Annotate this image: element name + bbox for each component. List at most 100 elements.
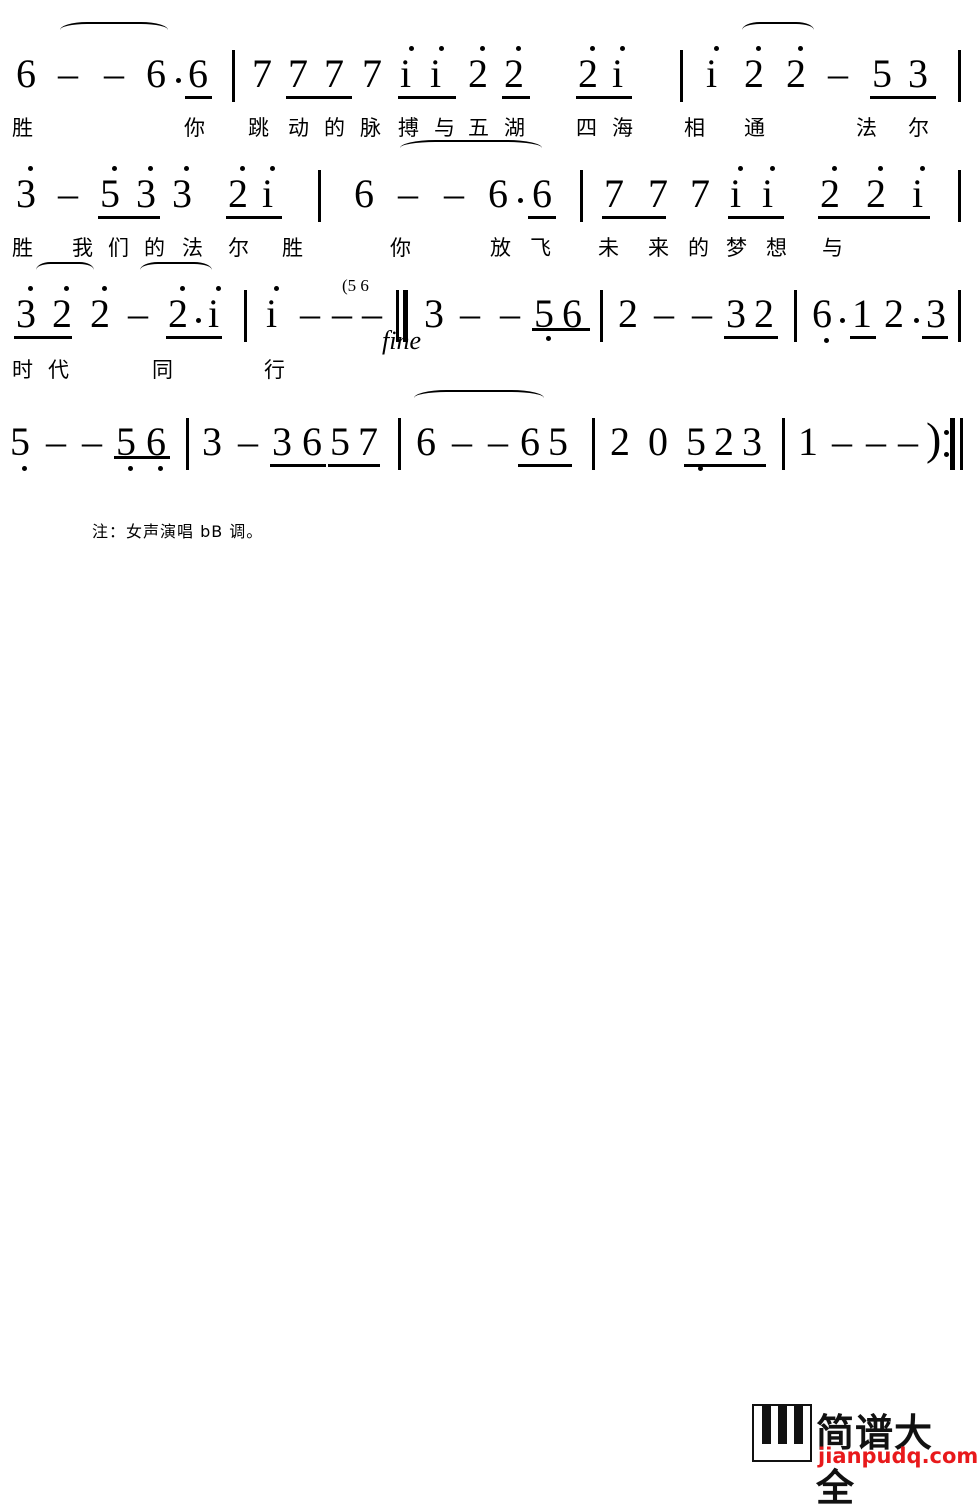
note: i	[266, 291, 278, 336]
octave-dot	[148, 166, 153, 171]
note: 2	[866, 171, 886, 216]
dash: –	[654, 291, 674, 336]
slur-icon	[742, 22, 814, 38]
lyric: 时	[12, 358, 33, 382]
beam	[286, 96, 352, 99]
octave-dot	[714, 46, 719, 51]
note: 2	[228, 171, 248, 216]
octave-dot	[64, 286, 69, 291]
lyric: 法	[182, 236, 203, 260]
note: 6	[416, 419, 436, 464]
lyric: 脉	[360, 116, 381, 140]
augmentation-dot	[196, 318, 201, 323]
lyric: 通	[744, 116, 765, 140]
lyric: 飞	[530, 236, 551, 260]
beam	[98, 216, 160, 219]
octave-dot	[216, 286, 221, 291]
lyric: 代	[48, 358, 69, 382]
note: 6	[146, 51, 166, 96]
note: 3	[926, 291, 946, 336]
octave-dot	[274, 286, 279, 291]
dash: –	[452, 419, 472, 464]
note: 7	[358, 419, 378, 464]
lyric: 搏	[398, 116, 419, 140]
lyric: 的	[324, 116, 345, 140]
dash: –	[828, 51, 848, 96]
note: 3	[424, 291, 444, 336]
note: 7	[690, 171, 710, 216]
octave-dot	[756, 46, 761, 51]
beam	[922, 336, 948, 339]
note: 7	[324, 51, 344, 96]
lyric: 跳	[248, 116, 269, 140]
lyric: 我	[72, 236, 93, 260]
beam	[166, 336, 222, 339]
barline	[592, 418, 595, 470]
octave-dot	[878, 166, 883, 171]
note: 7	[362, 51, 382, 96]
octave-dot	[480, 46, 485, 51]
barline	[680, 50, 683, 102]
note: 0	[648, 419, 668, 464]
lyric: 法	[856, 116, 877, 140]
repeat-dot	[944, 452, 949, 457]
note: 7	[648, 171, 668, 216]
beam	[576, 96, 632, 99]
lyric: 来	[648, 236, 669, 260]
note: 6	[520, 419, 540, 464]
beam	[870, 96, 936, 99]
lyric: 你	[184, 116, 205, 140]
octave-dot	[832, 166, 837, 171]
note: 2	[618, 291, 638, 336]
site-watermark: 简谱大全 jianpudq.com	[752, 1404, 978, 1510]
beam	[502, 96, 530, 99]
repeat-dot	[944, 430, 949, 435]
octave-dot	[102, 286, 107, 291]
note: i	[612, 51, 624, 96]
lyric: 与	[434, 116, 455, 140]
dash: –	[104, 51, 124, 96]
dash: –	[898, 419, 918, 464]
note: 3	[16, 171, 36, 216]
close-paren: )	[926, 413, 942, 464]
augmentation-dot	[840, 318, 845, 323]
barline	[580, 170, 583, 222]
octave-dot	[620, 46, 625, 51]
lyric: 尔	[908, 116, 929, 140]
dash: –	[300, 291, 320, 336]
dash: –	[444, 171, 464, 216]
octave-dot-low	[158, 466, 163, 471]
dash: –	[332, 291, 352, 336]
augmentation-dot	[914, 318, 919, 323]
note: i	[208, 291, 220, 336]
octave-dot	[798, 46, 803, 51]
slur-icon	[60, 22, 168, 38]
octave-dot-low	[698, 466, 703, 471]
octave-dot	[112, 166, 117, 171]
lyric: 的	[688, 236, 709, 260]
lyric: 未	[598, 236, 619, 260]
barline	[794, 290, 797, 342]
note: 6	[488, 171, 508, 216]
lyric: 湖	[504, 116, 525, 140]
beam	[850, 336, 876, 339]
octave-dot-low	[824, 338, 829, 343]
lyric: 海	[612, 116, 633, 140]
dash: –	[362, 291, 382, 336]
slur-icon	[414, 390, 544, 406]
note: 3	[742, 419, 762, 464]
lyric: 的	[144, 236, 165, 260]
note: 7	[252, 51, 272, 96]
note: 3	[136, 171, 156, 216]
note: 7	[604, 171, 624, 216]
octave-dot	[184, 166, 189, 171]
note: 3	[272, 419, 292, 464]
slur-icon	[140, 262, 212, 278]
note: 2	[786, 51, 806, 96]
lyric: 四	[576, 116, 597, 140]
dash: –	[832, 419, 852, 464]
lyric: 五	[468, 116, 489, 140]
octave-dot-low	[546, 336, 551, 341]
lyric: 胜	[282, 236, 303, 260]
octave-dot	[240, 166, 245, 171]
